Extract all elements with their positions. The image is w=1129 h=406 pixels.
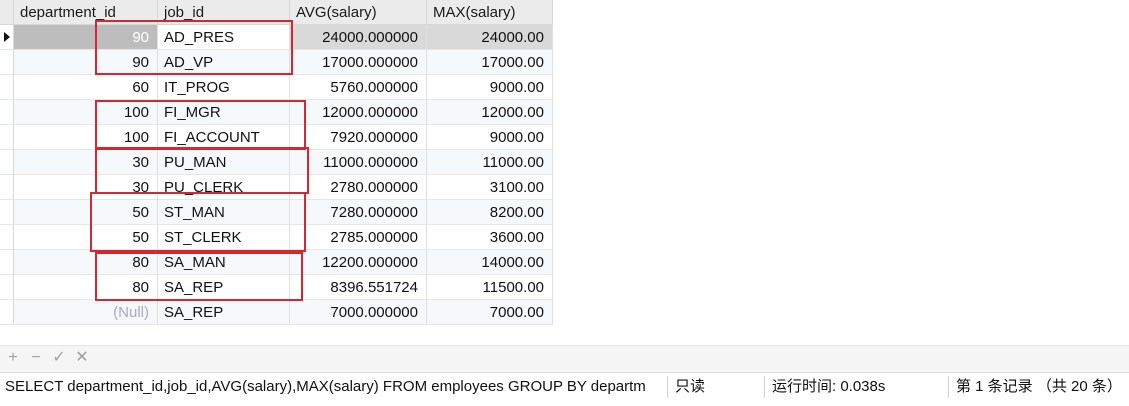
cell-max-salary[interactable]: 7000.00 <box>427 300 553 325</box>
cell-department-id[interactable]: 100 <box>14 125 158 150</box>
row-header[interactable] <box>0 175 14 200</box>
cell-max-salary[interactable]: 11500.00 <box>427 275 553 300</box>
grid-toolbar: + − ✓ ✕ <box>0 345 1129 373</box>
row-header[interactable] <box>0 50 14 75</box>
cell-max-salary[interactable]: 11000.00 <box>427 150 553 175</box>
row-header[interactable] <box>0 150 14 175</box>
row-header[interactable] <box>0 225 14 250</box>
cell-max-salary[interactable]: 17000.00 <box>427 50 553 75</box>
cell-job-id[interactable]: FI_MGR <box>158 100 290 125</box>
cell-max-salary[interactable]: 3100.00 <box>427 175 553 200</box>
cell-avg-salary[interactable]: 7920.000000 <box>290 125 427 150</box>
column-header-avg-salary[interactable]: AVG(salary) <box>290 0 427 25</box>
column-header-max-salary[interactable]: MAX(salary) <box>427 0 553 25</box>
cell-job-id[interactable]: IT_PROG <box>158 75 290 100</box>
cell-department-id[interactable]: 60 <box>14 75 158 100</box>
check-icon[interactable]: ✓ <box>49 348 69 368</box>
cell-department-id[interactable]: 80 <box>14 250 158 275</box>
query-result-window: department_id job_id AVG(salary) MAX(salary… <box>0 0 1129 406</box>
cell-avg-salary[interactable]: 8396.551724 <box>290 275 427 300</box>
cell-max-salary[interactable]: 9000.00 <box>427 75 553 100</box>
runtime-indicator: 运行时间: 0.038s <box>772 378 886 395</box>
cell-max-salary[interactable]: 8200.00 <box>427 200 553 225</box>
cell-max-salary[interactable]: 3600.00 <box>427 225 553 250</box>
cell-job-id[interactable]: PU_CLERK <box>158 175 290 200</box>
cell-department-id[interactable]: 80 <box>14 275 158 300</box>
cell-avg-salary[interactable]: 7000.000000 <box>290 300 427 325</box>
status-bar: SELECT department_id,job_id,AVG(salary),… <box>0 372 1129 402</box>
cell-avg-salary[interactable]: 2785.000000 <box>290 225 427 250</box>
cell-avg-salary[interactable]: 12000.000000 <box>290 100 427 125</box>
row-header[interactable] <box>0 75 14 100</box>
cell-department-id[interactable]: 30 <box>14 150 158 175</box>
current-row-pointer-icon <box>4 32 10 42</box>
cell-avg-salary[interactable]: 17000.000000 <box>290 50 427 75</box>
plus-icon[interactable]: + <box>3 348 23 368</box>
cell-job-id[interactable]: PU_MAN <box>158 150 290 175</box>
cell-department-id[interactable]: (Null) <box>14 300 158 325</box>
cell-avg-salary[interactable]: 24000.000000 <box>290 25 427 50</box>
window-bottom-edge <box>0 400 1129 406</box>
cell-department-id[interactable]: 90 <box>14 50 158 75</box>
cell-max-salary[interactable]: 9000.00 <box>427 125 553 150</box>
row-header[interactable] <box>0 275 14 300</box>
cell-max-salary[interactable]: 12000.00 <box>427 100 553 125</box>
cell-avg-salary[interactable]: 12200.000000 <box>290 250 427 275</box>
cell-job-id[interactable]: SA_REP <box>158 300 290 325</box>
cell-department-id[interactable]: 50 <box>14 225 158 250</box>
cell-job-id[interactable]: SA_MAN <box>158 250 290 275</box>
minus-icon[interactable]: − <box>26 348 46 368</box>
row-header[interactable] <box>0 300 14 325</box>
header-corner <box>0 0 14 25</box>
cell-job-id[interactable]: AD_VP <box>158 50 290 75</box>
cell-job-id[interactable]: AD_PRES <box>158 25 290 50</box>
row-header[interactable] <box>0 25 14 50</box>
column-header-department-id[interactable]: department_id <box>14 0 158 25</box>
cell-avg-salary[interactable]: 5760.000000 <box>290 75 427 100</box>
row-header[interactable] <box>0 200 14 225</box>
cell-job-id[interactable]: SA_REP <box>158 275 290 300</box>
row-header[interactable] <box>0 100 14 125</box>
status-divider <box>764 376 765 398</box>
cell-department-id[interactable]: 90 <box>14 25 158 50</box>
cell-max-salary[interactable]: 24000.00 <box>427 25 553 50</box>
status-divider <box>667 376 668 398</box>
column-header-job-id[interactable]: job_id <box>158 0 290 25</box>
cell-department-id[interactable]: 100 <box>14 100 158 125</box>
cell-job-id[interactable]: FI_ACCOUNT <box>158 125 290 150</box>
record-count: 第 1 条记录 （共 20 条） <box>956 378 1122 395</box>
cell-avg-salary[interactable]: 11000.000000 <box>290 150 427 175</box>
cell-department-id[interactable]: 50 <box>14 200 158 225</box>
read-only-indicator: 只读 <box>675 378 706 395</box>
cell-job-id[interactable]: ST_MAN <box>158 200 290 225</box>
x-icon[interactable]: ✕ <box>72 348 92 368</box>
cell-department-id[interactable]: 30 <box>14 175 158 200</box>
sql-statement: SELECT department_id,job_id,AVG(salary),… <box>5 378 646 395</box>
status-divider <box>948 376 949 398</box>
row-header[interactable] <box>0 250 14 275</box>
cell-avg-salary[interactable]: 7280.000000 <box>290 200 427 225</box>
cell-max-salary[interactable]: 14000.00 <box>427 250 553 275</box>
cell-job-id[interactable]: ST_CLERK <box>158 225 290 250</box>
row-header[interactable] <box>0 125 14 150</box>
cell-avg-salary[interactable]: 2780.000000 <box>290 175 427 200</box>
